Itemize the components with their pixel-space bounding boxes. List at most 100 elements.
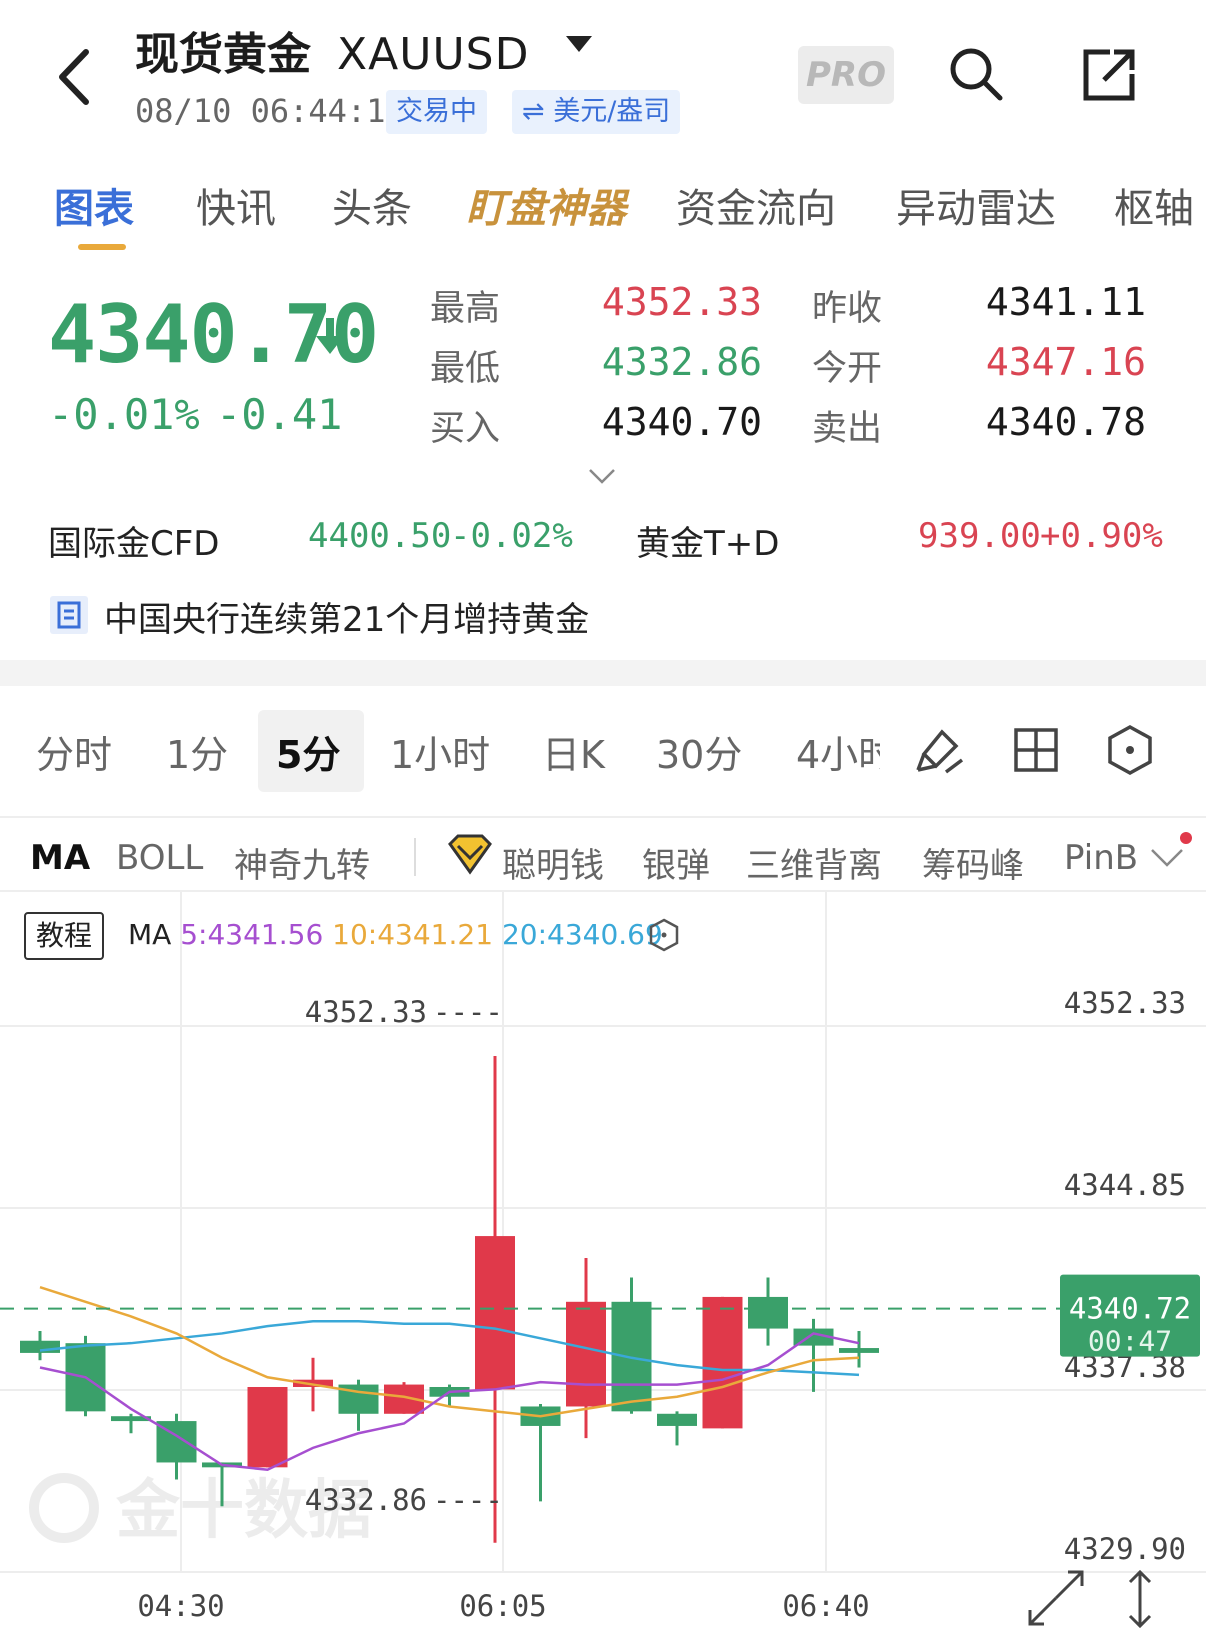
back-arrow-icon[interactable] <box>48 44 104 110</box>
max-price-marker: 4352.33 <box>305 995 427 1029</box>
ma20-value: 20:4340.69 <box>501 918 663 951</box>
candle-body <box>475 1236 515 1390</box>
ma-legend-label: MA <box>128 918 172 951</box>
candle <box>793 1318 834 1392</box>
last-price-tag: 4340.72 00:47 <box>1060 1274 1200 1358</box>
candle-countdown: 00:47 <box>1088 1325 1172 1358</box>
x-axis-label: 06:40 <box>782 1589 869 1623</box>
period-tab-daily[interactable]: 日K <box>542 724 605 779</box>
candle-body <box>702 1296 743 1429</box>
caret-down-icon[interactable] <box>566 36 592 52</box>
candlestick-chart[interactable]: 金十数据 4352.33 4344.85 4337.38 4329.90 04:… <box>0 892 1206 1639</box>
indicator-tab-pinbar[interactable]: PinB <box>1064 838 1144 878</box>
tab-pivot[interactable]: 枢轴 <box>1114 176 1194 234</box>
news-icon <box>50 596 88 634</box>
indicator-tab-silver-bullet[interactable]: 银弹 <box>642 838 710 887</box>
indicator-tab-boll[interactable]: BOLL <box>116 838 203 878</box>
period-tab-30min[interactable]: 30分 <box>656 724 742 779</box>
max-marker-leader: ---- <box>433 995 503 1029</box>
settings-hexagon-icon[interactable] <box>648 918 680 952</box>
candle <box>748 1277 788 1346</box>
stat-value-bid: 4340.70 <box>601 400 762 444</box>
stat-value-low: 4332.86 <box>601 340 762 384</box>
drawing-tool-icon[interactable] <box>912 724 964 778</box>
chart-grid <box>0 892 1206 1573</box>
related-cfd-price: 4400.50 <box>308 516 452 556</box>
absolute-change: -0.41 <box>216 390 343 439</box>
share-icon[interactable] <box>1080 46 1140 104</box>
indicator-tab-ma[interactable]: MA <box>30 838 90 878</box>
y-axis-label: 4352.33 <box>1064 986 1186 1020</box>
candle <box>338 1379 379 1431</box>
candle <box>839 1331 879 1368</box>
chevron-down-icon[interactable] <box>1150 848 1184 868</box>
related-td-name[interactable]: 黄金T+D <box>636 516 779 565</box>
related-cfd-name[interactable]: 国际金CFD <box>48 516 219 565</box>
candle <box>475 1055 515 1543</box>
candle-body <box>566 1301 606 1407</box>
arrow-down-icon <box>316 318 344 354</box>
tab-fund-flow[interactable]: 资金流向 <box>676 176 836 234</box>
stat-value-ask: 4340.78 <box>985 400 1146 444</box>
quote-timestamp: 08/10 06:44:13 <box>135 92 405 130</box>
trading-status-badge: 交易中 <box>386 90 487 134</box>
indicator-tab-td9[interactable]: 神奇九转 <box>234 838 370 887</box>
ma5-value: 5:4341.56 <box>180 918 324 951</box>
y-axis-label: 4329.90 <box>1064 1532 1186 1566</box>
stat-label-low: 最低 <box>430 349 501 389</box>
percent-change: -0.01% <box>48 390 200 439</box>
notification-dot <box>1180 832 1192 844</box>
indicator-tab-3d-divergence[interactable]: 三维背离 <box>746 838 882 887</box>
stat-value-open: 4347.16 <box>985 340 1146 384</box>
candle-body <box>839 1348 879 1353</box>
min-price-marker: 4332.86 <box>305 1483 427 1517</box>
divider <box>0 816 1206 818</box>
tab-flash-news[interactable]: 快讯 <box>196 176 276 234</box>
candle <box>247 1386 288 1468</box>
related-td-price: 939.00 <box>918 516 1041 556</box>
y-axis-label: 4344.85 <box>1064 1168 1186 1202</box>
last-price-label: 4340.72 <box>1069 1292 1191 1326</box>
tab-chart[interactable]: 图表 <box>54 176 134 234</box>
search-icon[interactable] <box>946 44 1006 104</box>
stat-label-high: 最高 <box>430 289 501 329</box>
min-marker-leader: ---- <box>433 1483 503 1517</box>
tab-headlines[interactable]: 头条 <box>332 176 412 234</box>
candle <box>611 1277 652 1414</box>
related-cfd-change: -0.02% <box>450 516 573 556</box>
fullscreen-icon[interactable] <box>1028 1570 1084 1626</box>
active-tab-indicator <box>78 244 126 250</box>
stat-label-ask: 卖出 <box>812 409 883 449</box>
unit-toggle-button[interactable]: ⇌ 美元/盎司 <box>512 90 681 134</box>
diamond-icon <box>448 834 492 875</box>
chevron-down-icon[interactable] <box>588 468 616 484</box>
page-title[interactable]: 现货黄金 XAUUSD <box>135 18 529 82</box>
period-tab-1min[interactable]: 1分 <box>166 724 228 779</box>
news-headline[interactable]: 中国央行连续第21个月增持黄金 <box>104 592 589 641</box>
ma10-value: 10:4341.21 <box>332 918 494 951</box>
vertical-scale-icon[interactable] <box>1128 1569 1152 1629</box>
layout-grid-icon[interactable] <box>1012 726 1060 774</box>
stat-value-prev-close: 4341.11 <box>985 280 1146 324</box>
pro-button[interactable]: PRO <box>798 46 894 104</box>
candle <box>520 1404 561 1502</box>
stat-value-high: 4352.33 <box>601 280 762 324</box>
candle-body <box>247 1386 288 1468</box>
indicator-tab-smart-money[interactable]: 聪明钱 <box>502 838 604 887</box>
candles-layer <box>20 1055 879 1543</box>
tutorial-button[interactable]: 教程 <box>24 912 104 960</box>
indicator-tab-chip-peak[interactable]: 筹码峰 <box>922 838 1024 887</box>
candle <box>657 1411 697 1446</box>
candle <box>20 1331 60 1361</box>
period-tab-intraday[interactable]: 分时 <box>36 724 112 779</box>
settings-hexagon-icon[interactable] <box>1105 724 1155 776</box>
candle-body <box>657 1413 697 1426</box>
period-tab-5min[interactable]: 5分 <box>276 724 340 779</box>
candle <box>156 1413 197 1480</box>
period-tab-1hour[interactable]: 1小时 <box>390 724 490 779</box>
tab-anomaly-radar[interactable]: 异动雷达 <box>896 176 1056 234</box>
tab-watch-tool[interactable]: 盯盘神器 <box>466 176 626 234</box>
related-td-change: +0.90% <box>1040 516 1163 556</box>
x-axis-label: 04:30 <box>137 1589 224 1623</box>
period-tab-4hour[interactable]: 4小时 <box>796 724 880 779</box>
